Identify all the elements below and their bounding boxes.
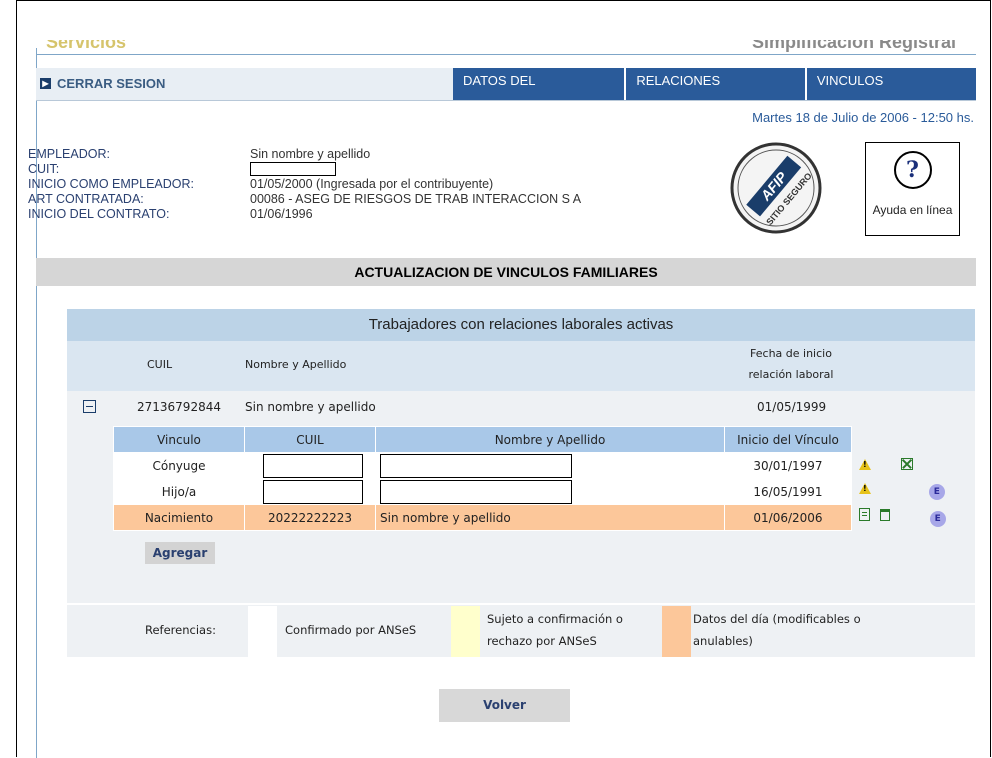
cuil-input[interactable] (263, 453, 363, 478)
worker-name: Sin nombre y apellido (245, 400, 376, 414)
ref-confirmed: Confirmado por ANSeS (285, 623, 417, 637)
legend: Referencias: Confirmado por ANSeS Sujeto… (67, 606, 975, 657)
ref-pending-2: rechazo por ANSeS (487, 634, 597, 648)
workers-column-headers: CUIL Nombre y Apellido Fecha de inicio r… (67, 341, 975, 391)
contract-start: 01/06/1996 (250, 207, 313, 221)
ref-today-2: anulables) (693, 634, 753, 648)
help-button[interactable]: ? Ayuda en línea (865, 142, 960, 236)
art-value: 00086 - ASEG DE RIESGOS DE TRAB INTERACC… (250, 192, 582, 206)
employer-info: EMPLEADOR: Sin nombre y apellido CUIT: IN… (28, 147, 581, 222)
panel-title: Trabajadores con relaciones laborales ac… (67, 309, 975, 341)
family-links-table: Vinculo CUIL Nombre y Apellido Inicio de… (113, 426, 852, 531)
row-inicio: 30/01/1997 (724, 452, 852, 479)
logout-link[interactable]: ▶ CERRAR SESION (40, 76, 165, 91)
workers-panel: Trabajadores con relaciones laborales ac… (67, 309, 975, 657)
document-icon[interactable] (859, 508, 870, 521)
banner-left-text: Servicios (46, 40, 127, 52)
employer-name: Sin nombre y apellido (250, 147, 371, 161)
row-name: Sin nombre y apellido (375, 504, 725, 531)
help-label: Ayuda en línea (872, 203, 953, 217)
trash-icon[interactable] (879, 509, 890, 521)
th-cuil: CUIL (244, 426, 376, 453)
col-start-line1: Fecha de inicio (750, 347, 832, 360)
swatch-confirmed (248, 606, 277, 657)
th-name: Nombre y Apellido (375, 426, 725, 453)
afip-secure-seal-icon: AFIP SITIO SEGURO (730, 142, 822, 234)
worker-start: 01/05/1999 (757, 400, 827, 414)
row-cuil: 20222222223 (244, 504, 376, 531)
tab-relaciones-laborales[interactable]: RELACIONES LABORALES (626, 68, 807, 114)
cuit-value-box (250, 162, 336, 176)
e-button[interactable]: E (929, 511, 946, 527)
current-date: Martes 18 de Julio de 2006 - 12:50 hs. (752, 110, 974, 125)
cuil-input[interactable] (263, 479, 363, 504)
refs-label: Referencias: (145, 623, 216, 637)
employer-label: EMPLEADOR: (28, 147, 110, 161)
row-vinculo: Hijo/a (113, 478, 245, 505)
row-actions: E (859, 483, 945, 500)
worker-row: 27136792844 Sin nombre y apellido 01/05/… (67, 394, 975, 422)
row-actions (859, 458, 913, 473)
back-button[interactable]: Volver (439, 689, 570, 722)
col-name: Nombre y Apellido (245, 358, 347, 371)
row-inicio: 01/06/2006 (724, 504, 852, 531)
add-button[interactable]: Agregar (145, 542, 215, 564)
ref-pending-1: Sujeto a confirmación o (487, 612, 623, 626)
ref-today-1: Datos del día (modificables o (693, 612, 861, 626)
col-start-line2: relación laboral (748, 368, 834, 381)
logout-label: CERRAR SESION (57, 76, 166, 91)
name-input[interactable] (380, 453, 572, 478)
row-vinculo: Cónyuge (113, 452, 245, 479)
header-banner: Servicios Simplificación Registral (36, 40, 976, 54)
e-button[interactable]: E (928, 484, 945, 500)
cuit-label: CUIT: (28, 162, 60, 176)
swatch-pending (451, 606, 480, 657)
warning-icon (859, 459, 871, 470)
main-tabs: DATOS DEL EMPLEADOR RELACIONES LABORALES… (453, 68, 976, 114)
refs-divider (67, 603, 975, 605)
art-label: ART CONTRATADA: (28, 192, 144, 206)
tab-vinculos-familiares[interactable]: VINCULOS FAMILIARES (806, 68, 976, 114)
banner-right-text: Simplificación Registral (751, 40, 956, 52)
header-divider (36, 54, 976, 55)
table-row: Hijo/a 16/05/1991 (113, 478, 852, 505)
table-row: Cónyuge 30/01/1997 (113, 452, 852, 479)
tab-datos-empleador[interactable]: DATOS DEL EMPLEADOR (453, 68, 627, 114)
collapse-icon[interactable] (83, 400, 96, 413)
family-table-header: Vinculo CUIL Nombre y Apellido Inicio de… (113, 426, 852, 453)
row-vinculo: Nacimiento (113, 504, 245, 531)
col-cuil: CUIL (147, 358, 173, 371)
worker-cuil: 27136792844 (137, 400, 221, 414)
nav-bar: ▶ CERRAR SESION DATOS DEL EMPLEADOR RELA… (36, 68, 976, 114)
contract-label: INICIO DEL CONTRATO: (28, 207, 170, 221)
swatch-today (662, 606, 691, 657)
name-input[interactable] (380, 479, 572, 504)
row-actions: E (859, 508, 946, 527)
employer-start: 01/05/2000 (Ingresada por el contribuyen… (250, 177, 494, 191)
help-icon: ? (893, 151, 932, 189)
th-inicio: Inicio del Vínculo (724, 426, 852, 453)
logout-icon: ▶ (40, 78, 51, 89)
table-row: Nacimiento 20222222223 Sin nombre y apel… (113, 504, 852, 531)
row-inicio: 16/05/1991 (724, 478, 852, 505)
cancel-icon[interactable] (900, 458, 913, 470)
start-label: INICIO COMO EMPLEADOR: (28, 177, 194, 191)
warning-icon (859, 483, 871, 494)
th-vinculo: Vinculo (113, 426, 245, 453)
section-title: ACTUALIZACION DE VINCULOS FAMILIARES (36, 258, 976, 286)
